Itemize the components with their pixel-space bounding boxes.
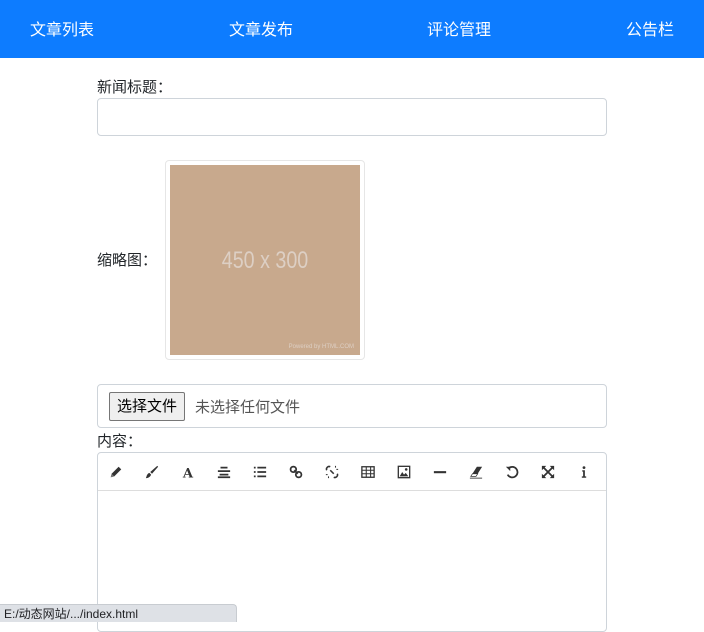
thumbnail-placeholder-image: 450 x 300 Powered by HTML.COM [170,165,360,355]
top-navbar: 文章列表 文章发布 评论管理 公告栏 [0,0,704,58]
table-icon[interactable] [358,462,378,482]
nav-item-bulletin[interactable]: 公告栏 [626,0,674,58]
list-icon[interactable] [250,462,270,482]
font-icon[interactable]: A [178,462,198,482]
nav-item-article-list[interactable]: 文章列表 [30,0,94,58]
thumbnail-credit-text: Powered by HTML.COM [288,344,354,350]
news-title-input[interactable] [97,98,607,136]
editor-toolbar: A [98,453,606,491]
choose-file-button[interactable]: 选择文件 [109,392,186,421]
nav-item-comment-management[interactable]: 评论管理 [427,0,491,58]
align-center-icon[interactable] [214,462,234,482]
image-icon[interactable] [394,462,414,482]
thumbnail-size-text: 450 x 300 [221,247,309,274]
unlink-icon[interactable] [322,462,342,482]
nav-item-article-publish[interactable]: 文章发布 [229,0,293,58]
brush-icon[interactable] [142,462,162,482]
info-icon[interactable] [574,462,594,482]
eraser-icon[interactable] [466,462,486,482]
fullscreen-icon[interactable] [538,462,558,482]
file-input-box[interactable]: 选择文件 未选择任何文件 [97,384,607,428]
thumbnail-label: 缩略图： [97,251,158,269]
thumbnail-frame: 450 x 300 Powered by HTML.COM [165,160,365,360]
browser-status-url: E:/动态网站/.../index.html [0,604,237,622]
svg-text:A: A [182,466,194,479]
link-icon[interactable] [286,462,306,482]
file-status-text: 未选择任何文件 [195,398,301,416]
horizontal-rule-icon[interactable] [430,462,450,482]
news-title-label: 新闻标题： [97,78,173,96]
pencil-icon[interactable] [106,462,126,482]
content-label: 内容： [97,432,143,450]
undo-icon[interactable] [502,462,522,482]
